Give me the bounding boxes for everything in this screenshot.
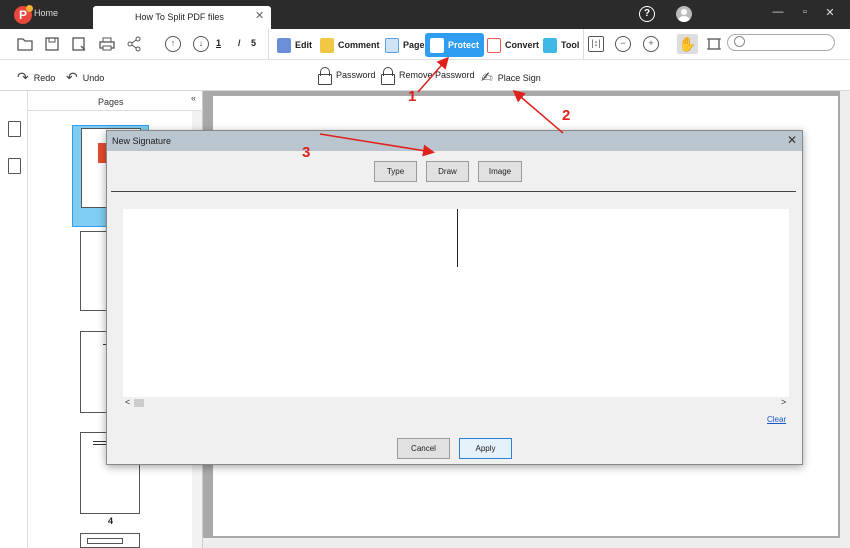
save-as-icon[interactable] (71, 36, 87, 52)
ribbon-tabs: Edit Comment Page Protect Convert Tool (268, 29, 584, 60)
comment-icon (320, 37, 334, 53)
home-tab[interactable]: Home (34, 8, 58, 18)
vertical-scrollbar[interactable] (840, 91, 850, 538)
dialog-close-icon[interactable]: ✕ (787, 133, 797, 147)
close-window-button[interactable]: ✕ (822, 6, 838, 19)
annotation-number-1: 1 (408, 88, 417, 105)
draw-tab-button[interactable]: Draw (426, 161, 469, 182)
scroll-thumb[interactable] (134, 399, 144, 407)
collapse-panel-icon[interactable]: « (191, 93, 196, 103)
text-caret (457, 209, 458, 267)
image-tab-button[interactable]: Image (478, 161, 522, 182)
print-icon[interactable] (99, 36, 115, 52)
document-tab[interactable]: How To Split PDF files ✕ (93, 6, 271, 30)
password-button[interactable]: Password (317, 67, 376, 85)
tool-icon (543, 37, 557, 53)
tab-edit[interactable]: Edit (272, 33, 317, 57)
horizontal-scrollbar[interactable] (203, 538, 850, 548)
close-tab-icon[interactable]: ✕ (255, 9, 264, 22)
search-icon (734, 36, 745, 47)
clear-link[interactable]: Clear (767, 415, 786, 424)
lock-icon (317, 67, 332, 85)
type-tab-button[interactable]: Type (374, 161, 417, 182)
tab-tool[interactable]: Tool (538, 33, 584, 57)
search-input[interactable] (727, 34, 835, 51)
zoom-in-icon[interactable]: + (643, 36, 659, 52)
hand-tool-icon[interactable]: ✋ (677, 34, 698, 54)
page-icon (385, 37, 399, 53)
divider (28, 110, 203, 111)
save-icon[interactable] (44, 36, 60, 52)
signature-draw-area[interactable] (123, 209, 789, 407)
dialog-divider (111, 191, 796, 192)
outline-panel-icon[interactable] (8, 158, 21, 174)
page-separator: / (238, 38, 241, 48)
pages-panel-title: Pages (98, 97, 124, 107)
open-folder-icon[interactable] (17, 36, 33, 52)
place-sign-button[interactable]: ✍ Place Sign (481, 69, 541, 86)
maximize-button[interactable]: ▫ (797, 6, 813, 18)
main-toolbar: ↑ ↓ 1 / 5 Edit Comment Page Protect Conv… (0, 29, 850, 60)
tab-page[interactable]: Page (380, 33, 430, 57)
edit-icon (277, 37, 291, 53)
zoom-out-icon[interactable]: − (615, 36, 631, 52)
left-rail (0, 91, 28, 548)
cancel-button[interactable]: Cancel (397, 438, 450, 459)
dialog-title-bar: New Signature ✕ (107, 131, 802, 151)
apply-button[interactable]: Apply (459, 438, 512, 459)
fit-width-icon[interactable]: |↕| (588, 36, 604, 52)
page-number-label: 4 (108, 516, 114, 526)
protect-subtoolbar: ↷ Redo ↶ Undo Password Remove Password ✍… (0, 60, 850, 91)
current-page-input[interactable]: 1 (216, 38, 221, 48)
app-logo: P (14, 5, 33, 24)
annotation-number-2: 2 (562, 107, 571, 124)
total-pages: 5 (251, 38, 257, 48)
tab-convert[interactable]: Convert (482, 33, 544, 57)
new-signature-dialog: New Signature ✕ Type Draw Image < > Clea… (106, 130, 803, 465)
tab-protect[interactable]: Protect (425, 33, 485, 57)
share-icon[interactable] (126, 36, 142, 52)
document-tab-label: How To Split PDF files (135, 12, 224, 22)
pages-panel-icon[interactable] (8, 121, 21, 137)
redo-button[interactable]: ↷ Redo (17, 69, 55, 86)
redo-icon: ↷ (17, 69, 29, 85)
convert-icon (487, 37, 501, 53)
annotation-number-3: 3 (302, 144, 311, 161)
title-bar: P Home How To Split PDF files ✕ ? — ▫ ✕ (0, 0, 850, 30)
remove-password-button[interactable]: Remove Password (380, 67, 475, 85)
user-avatar[interactable] (676, 6, 692, 22)
undo-icon: ↶ (66, 69, 78, 85)
help-icon[interactable]: ? (639, 6, 655, 22)
signature-icon: ✍ (481, 69, 493, 85)
scroll-left-arrow[interactable]: < (125, 397, 130, 407)
next-page-icon[interactable]: ↓ (193, 36, 209, 52)
scroll-right-arrow[interactable]: > (781, 397, 786, 407)
protect-icon (430, 37, 444, 53)
unlock-icon (380, 67, 395, 85)
page-thumbnail-5[interactable] (80, 533, 140, 548)
previous-page-icon[interactable]: ↑ (165, 36, 181, 52)
draw-area-scrollbar[interactable]: < > (123, 397, 789, 409)
undo-button[interactable]: ↶ Undo (66, 69, 104, 86)
dialog-title: New Signature (112, 136, 172, 146)
minimize-button[interactable]: — (770, 6, 786, 18)
tab-comment[interactable]: Comment (315, 33, 385, 57)
select-tool-icon[interactable] (706, 36, 722, 52)
